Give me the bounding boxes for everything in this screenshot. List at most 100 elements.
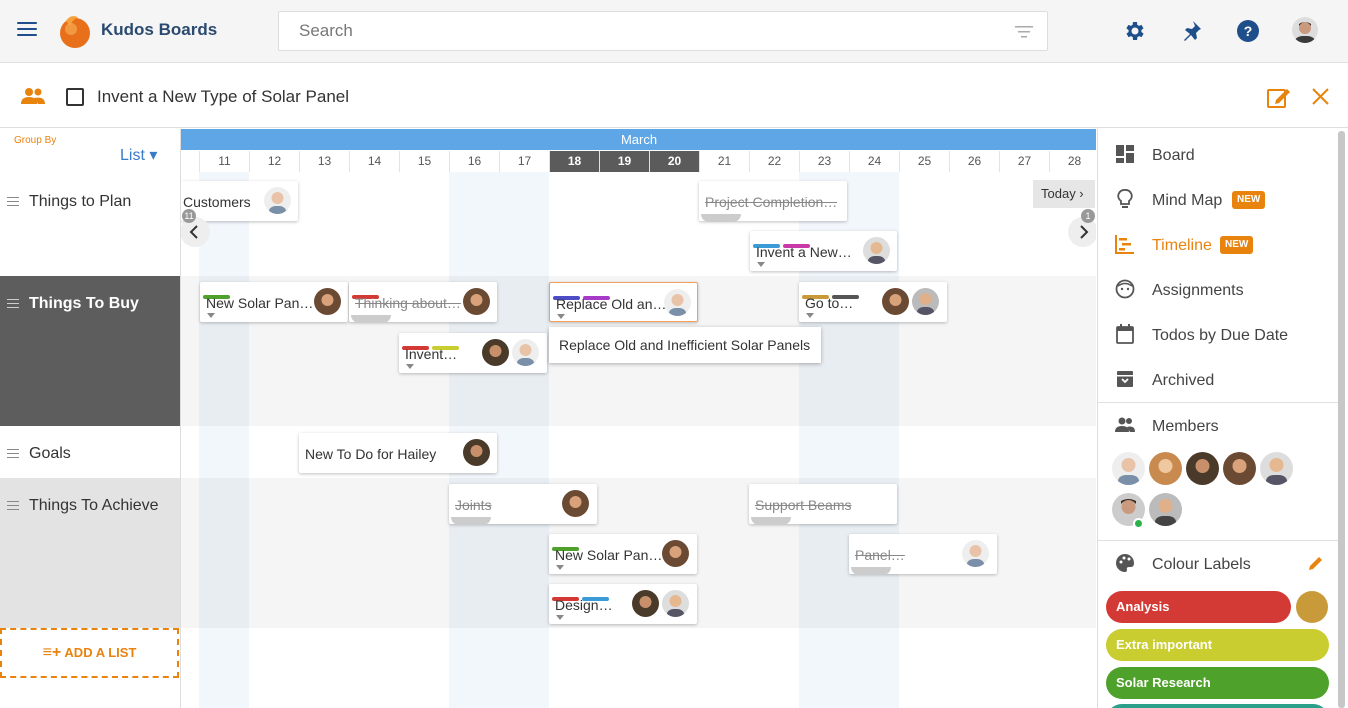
card-title: Design… [555,597,613,613]
chevron-down-icon[interactable] [207,313,215,318]
weekend-column [199,172,249,708]
top-bar: Kudos Boards ? [0,0,1348,63]
chevron-down-icon[interactable] [557,314,565,319]
member-avatar[interactable] [1112,452,1145,485]
edit-icon[interactable] [1267,86,1291,108]
lane-things-to-plan[interactable]: Things to Plan [0,175,180,276]
menu-icon[interactable] [17,22,37,38]
chevron-down-icon[interactable] [806,313,814,318]
dependency-tab [701,214,741,222]
member-avatar[interactable] [1223,452,1256,485]
board-header: Invent a New Type of Solar Panel [0,64,1348,128]
card[interactable]: New Solar Pan… [549,534,697,574]
nav-label: Todos by Due Date [1152,327,1289,344]
card-title: Joints [455,497,492,513]
card-title: Replace Old an… [556,296,667,312]
nav-board[interactable]: Board [1098,131,1338,176]
card[interactable]: Customers [181,181,298,221]
nav-label: Assignments [1152,282,1244,299]
day-cell: 23 [799,151,849,172]
day-cell: 22 [749,151,799,172]
pin-icon[interactable] [1179,19,1203,43]
hidden-count-badge: 11 [182,209,196,223]
add-list-button[interactable]: ≡+ ADD A LIST [0,628,179,678]
nav-todos-by-due-date[interactable]: Todos by Due Date [1098,311,1338,356]
member-avatar[interactable] [1260,452,1293,485]
day-cell: 14 [349,151,399,172]
avatar [463,288,490,315]
day-cell: 25 [899,151,949,172]
nav-assignments[interactable]: Assignments [1098,266,1338,311]
colour-labels-title: Colour Labels [1152,556,1251,573]
card-title: Panel… [855,547,905,563]
day-cell: 18 [549,151,599,172]
sidebar-scrollbar[interactable] [1338,131,1345,708]
card[interactable]: Invent a New… [750,231,897,271]
group-by-select[interactable]: List ▾ [120,145,157,165]
avatar [662,540,689,567]
filter-icon[interactable] [1015,25,1033,39]
card-labels [553,287,613,300]
help-icon[interactable]: ? [1236,19,1260,43]
card-title: Invent a New… [756,244,852,260]
day-cell: 21 [699,151,749,172]
card[interactable]: Project Completion… [699,181,847,222]
card[interactable]: Support Beams [749,484,897,525]
avatar [664,289,691,316]
board-title: Invent a New Type of Solar Panel [97,87,350,106]
user-avatar[interactable] [1292,17,1318,43]
card-labels [203,286,233,299]
timeline-icon [1115,235,1134,254]
nav-archived[interactable]: Archived [1098,356,1338,401]
card[interactable]: New To Do for Hailey [299,433,497,473]
nav-timeline[interactable]: Timeline NEW [1098,221,1338,266]
chevron-down-icon[interactable] [556,615,564,620]
card[interactable]: Joints [449,484,597,525]
card[interactable]: Panel… [849,534,997,575]
pencil-icon[interactable] [1307,555,1324,572]
lane-things-to-achieve[interactable]: Things To Achieve [0,478,180,628]
colour-label-solar-research[interactable]: Solar Research [1106,667,1329,699]
member-avatar[interactable] [1149,493,1182,526]
board-complete-checkbox[interactable] [66,88,84,106]
colour-label-extra-important[interactable]: Extra important [1106,629,1329,661]
member-avatar[interactable] [1186,452,1219,485]
lane-goals[interactable]: Goals [0,426,180,478]
people-icon[interactable] [21,88,45,104]
today-button[interactable]: Today › [1033,180,1095,208]
avatar [662,590,689,617]
svg-text:?: ? [1244,23,1253,39]
card-title: New Solar Pan… [206,295,314,311]
search-input[interactable] [279,12,979,50]
colour-label-analysis[interactable]: Analysis [1106,591,1291,623]
avatar [463,439,490,466]
colour-label-partial[interactable] [1106,704,1329,708]
lane-label: Goals [29,445,71,462]
card[interactable]: Go to… [799,282,947,322]
gear-icon[interactable] [1122,19,1146,43]
close-icon[interactable] [1312,88,1329,105]
card[interactable]: Thinking about… [349,282,497,323]
card[interactable]: Design… [549,584,697,624]
drag-handle-icon[interactable] [7,449,19,458]
chevron-down-icon[interactable] [406,364,414,369]
members-header: Members [1098,402,1338,447]
lane-label: Things to Plan [29,193,132,210]
nav-mind-map[interactable]: Mind Map NEW [1098,176,1338,221]
card[interactable]: New Solar Pan… [200,282,348,322]
members-label: Members [1152,418,1219,435]
chevron-down-icon[interactable] [757,262,765,267]
card[interactable]: Invent… [399,333,547,373]
search-box[interactable] [278,11,1048,51]
card[interactable]: Replace Old an… [549,282,698,322]
lane-things-to-buy[interactable]: Things To Buy [0,276,180,426]
drag-handle-icon[interactable] [7,501,19,510]
drag-handle-icon[interactable] [7,197,19,206]
drag-handle-icon[interactable] [7,299,19,308]
colour-swatch[interactable] [1296,591,1328,623]
chevron-down-icon[interactable] [556,565,564,570]
member-avatar[interactable] [1149,452,1182,485]
nav-label: Mind Map [1152,192,1223,209]
card-title: Go to… [805,295,854,311]
card-title: Support Beams [755,497,852,513]
